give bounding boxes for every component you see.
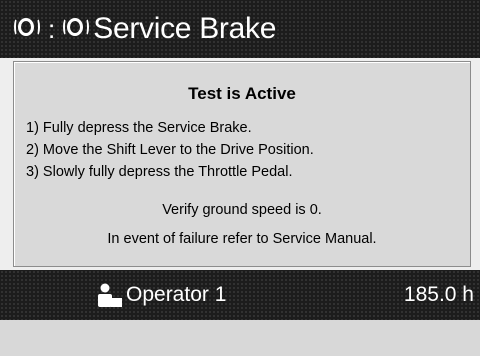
- title-separator: :: [48, 14, 56, 44]
- operator-person-icon: [98, 283, 122, 307]
- instruction-step: 3) Slowly fully depress the Throttle Ped…: [26, 164, 293, 180]
- operator-name: Operator 1: [126, 283, 227, 306]
- message-heading: Test is Active: [188, 84, 296, 103]
- content-area: Test is Active 1) Fully depress the Serv…: [0, 58, 480, 270]
- status-bar: Operator 1 185.0 h: [0, 270, 480, 320]
- title-bar: : Service Brake: [0, 0, 480, 58]
- speed-note: Verify ground speed is 0.: [162, 202, 322, 218]
- message-box: Test is Active 1) Fully depress the Serv…: [13, 61, 471, 267]
- instruction-step: 2) Move the Shift Lever to the Drive Pos…: [26, 142, 314, 158]
- instruction-step: 1) Fully depress the Service Brake.: [26, 120, 252, 136]
- instruction-list: 1) Fully depress the Service Brake. 2) M…: [26, 117, 314, 183]
- hour-meter: 185.0 h: [403, 283, 474, 306]
- brake-indicator-icon: [63, 18, 90, 40]
- display-screen: : Service Brake Test is Active 1) Fully …: [0, 0, 480, 356]
- footer-area: [0, 320, 480, 356]
- failure-note: In event of failure refer to Service Man…: [107, 231, 377, 247]
- page-title: Service Brake: [93, 12, 277, 45]
- brake-indicator-icon: [14, 18, 40, 40]
